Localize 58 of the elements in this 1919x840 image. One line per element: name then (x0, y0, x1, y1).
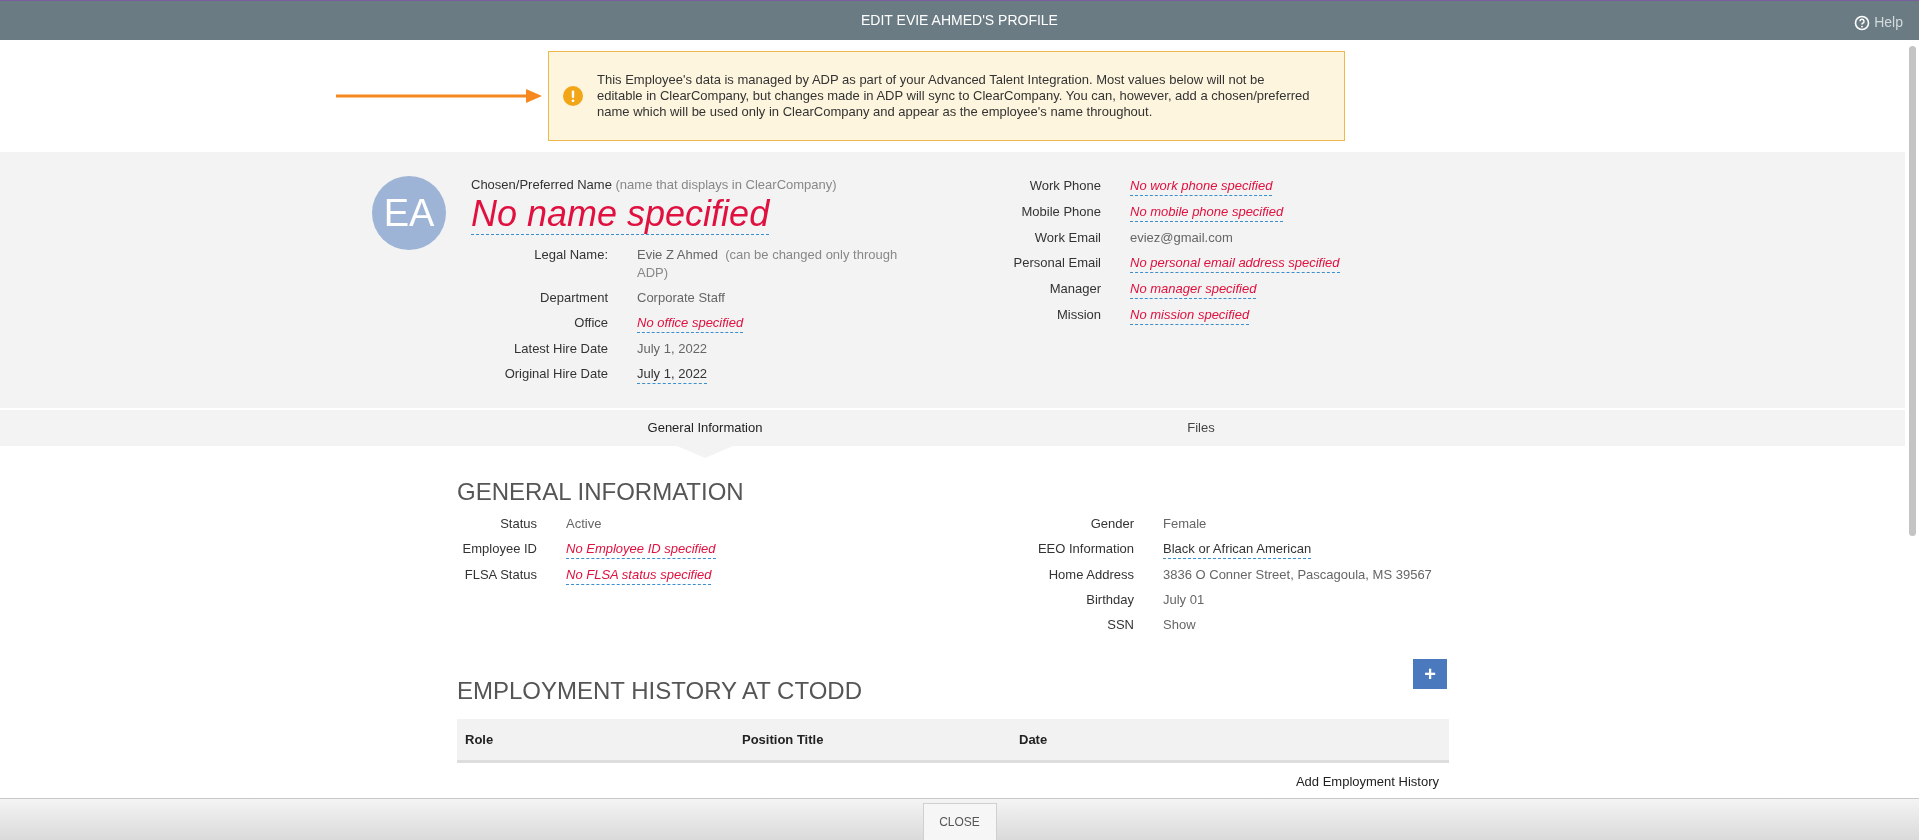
section-heading: EMPLOYMENT HISTORY AT CTODD (457, 677, 862, 705)
field-label: Manager (1048, 280, 1101, 298)
field-value[interactable]: No Employee ID specified (566, 540, 716, 559)
field-label: Legal Name: (533, 246, 608, 264)
field-label: SSN (1106, 616, 1134, 634)
field-value: July 01 (1163, 591, 1205, 609)
warning-icon (563, 86, 583, 106)
add-button[interactable]: + (1413, 659, 1447, 689)
field-value: Female (1163, 515, 1207, 533)
field-label: EEO Information (1036, 540, 1134, 558)
field-label: Work Email (1033, 229, 1101, 247)
close-button[interactable]: CLOSE (922, 803, 997, 840)
help-icon[interactable] (1854, 14, 1871, 31)
preferred-name-field[interactable]: No name specified (471, 194, 770, 235)
field-label: Department (539, 289, 608, 307)
name-label: Chosen/Preferred Name (name that displays in ClearCompany) (471, 177, 837, 192)
field-label: Birthday (1085, 591, 1134, 609)
field-label: Status (499, 515, 537, 533)
field-label: Work Phone (1028, 177, 1101, 195)
field-value: 3836 O Conner Street, Pascagoula, MS 39567 (1163, 566, 1432, 584)
field-value: July 1, 2022 (637, 340, 708, 358)
field-label: Mobile Phone (1020, 203, 1101, 221)
field-label: Gender (1089, 515, 1134, 533)
field-value[interactable]: No work phone specified (1130, 177, 1273, 196)
column-header: Role (465, 730, 495, 749)
field-label: FLSA Status (463, 566, 537, 584)
field-value[interactable]: No mobile phone specified (1130, 203, 1284, 222)
field-label: Latest Hire Date (513, 340, 608, 358)
field-value[interactable]: No personal email address specified (1130, 254, 1340, 273)
field-label: Office (573, 314, 608, 332)
alert-message: This Employee's data is managed by ADP as part of your Advanced Talent Integration. Most values below will not be editable in ClearCompany, but changes made in ADP will sync to ClearCompany. You can, however, add a chosen/preferred name which will be used only in ClearCompany and appear as the employee's name throughout. (597, 72, 1311, 120)
field-label: Original Hire Date (503, 365, 608, 383)
field-label: Employee ID (461, 540, 537, 558)
field-value[interactable]: No mission specified (1130, 306, 1250, 325)
avatar-initials: EA (383, 190, 435, 236)
field-label: Mission (1055, 306, 1101, 324)
column-header: Position Title (742, 730, 825, 749)
field-label: Home Address (1047, 566, 1134, 584)
section-heading: GENERAL INFORMATION (457, 478, 745, 506)
field-value[interactable]: No office specified (637, 314, 744, 333)
window-title: EDIT EVIE AHMED'S PROFILE (861, 11, 1058, 30)
column-header: Date (1019, 730, 1049, 749)
field-value: Corporate Staff (637, 289, 725, 307)
field-value[interactable]: No manager specified (1130, 280, 1257, 299)
add-employment-link[interactable]: Add Employment History (1295, 772, 1439, 792)
field-value: Show (1163, 616, 1196, 634)
scrollbar-thumb[interactable] (1908, 46, 1916, 536)
field-value: Evie Z Ahmed (can be changed only through ADP) (637, 246, 899, 282)
tab[interactable]: Files (1179, 410, 1223, 446)
arrow-icon (336, 89, 542, 103)
field-value: Active (566, 515, 602, 533)
field-value: eviez@gmail.com (1130, 229, 1233, 247)
field-value[interactable]: July 1, 2022 (637, 365, 708, 384)
field-value[interactable]: No FLSA status specified (566, 566, 712, 585)
field-label: Personal Email (1012, 254, 1101, 272)
field-value[interactable]: Black or African American (1163, 540, 1312, 559)
help-link[interactable]: Help (1874, 12, 1903, 33)
tab[interactable]: General Information (639, 410, 771, 446)
